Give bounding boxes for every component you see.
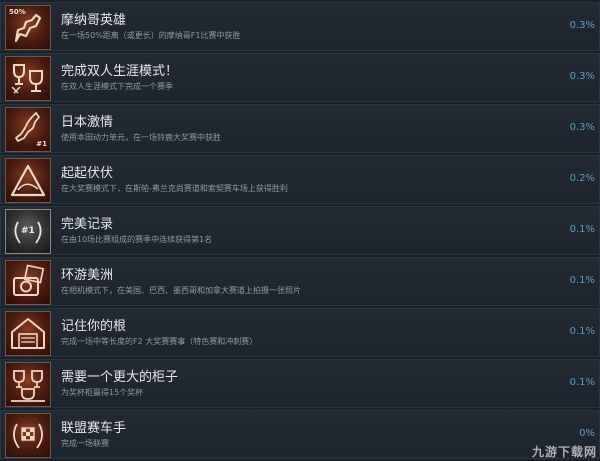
unlock-percentage: 0% — [579, 428, 595, 439]
achievement-description: 在一场50%距离（或更长）的摩纳哥F1比赛中获胜 — [61, 31, 241, 40]
achievement-row[interactable]: 起起伏伏 在大奖赛模式下，在斯帕-弗兰克尚赛道和索契赛车场上获得胜利 0.2% — [0, 155, 600, 204]
achievement-title: 需要一个更大的柜子 — [61, 370, 179, 385]
unlock-percentage: 0.1% — [569, 326, 595, 337]
achievement-title: 记住你的根 — [61, 319, 127, 334]
trophies-icon — [5, 56, 51, 101]
achievement-description: 使用本田动力单元，在一场铃鹿大奖赛中获胜 — [61, 133, 221, 142]
achievement-title: 日本激情 — [61, 115, 114, 130]
achievement-row[interactable]: 完成双人生涯模式！ 在双人生涯模式下完成一个赛季 0.3% — [0, 53, 600, 102]
achievement-row[interactable]: 记住你的根 完成一场中等长度的F2 大奖赛赛事（特色赛和冲刺赛） 0.1% — [0, 308, 600, 357]
achievement-row[interactable]: #1 完美记录 在由10场比赛组成的赛季中连续获得第1名 0.1% — [0, 206, 600, 255]
japan-map-icon: #1 — [5, 107, 51, 152]
unlock-percentage: 0.1% — [569, 377, 595, 388]
achievement-description: 完成一场联赛 — [61, 439, 109, 448]
achievement-title: 联盟赛车手 — [61, 421, 127, 436]
achievement-description: 完成一场中等长度的F2 大奖赛赛事（特色赛和冲刺赛） — [61, 337, 258, 346]
unlock-percentage: 0.3% — [569, 71, 595, 82]
unlock-percentage: 0.3% — [569, 20, 595, 31]
achievement-list: 50% 摩纳哥英雄 在一场50%距离（或更长）的摩纳哥F1比赛中获胜 0.3% … — [0, 0, 600, 461]
achievement-title: 环游美洲 — [61, 268, 114, 283]
icon-badge: 50% — [9, 8, 26, 16]
hill-warning-icon — [5, 158, 51, 203]
achievement-title: 完成双人生涯模式！ — [61, 64, 179, 79]
achievement-title: 起起伏伏 — [61, 166, 114, 181]
icon-badge: #1 — [21, 226, 35, 236]
camera-photos-icon — [5, 260, 51, 305]
unlock-percentage: 0.3% — [569, 122, 595, 133]
laurel-first-icon: #1 — [5, 209, 51, 254]
achievement-description: 为奖杯柜赢得15个奖杯 — [61, 388, 144, 397]
trophy-cabinet-icon — [5, 362, 51, 407]
achievement-description: 在相机模式下，在美国、巴西、墨西哥和加拿大赛道上拍摄一张照片 — [61, 286, 301, 295]
monaco-track-icon: 50% — [5, 5, 51, 50]
unlock-percentage: 0.1% — [569, 275, 595, 286]
checkered-laurel-icon — [5, 413, 51, 458]
icon-badge: #1 — [36, 140, 47, 148]
achievement-row[interactable]: 环游美洲 在相机模式下，在美国、巴西、墨西哥和加拿大赛道上拍摄一张照片 0.1% — [0, 257, 600, 306]
achievement-row[interactable]: 需要一个更大的柜子 为奖杯柜赢得15个奖杯 0.1% — [0, 359, 600, 408]
achievement-description: 在大奖赛模式下，在斯帕-弗兰克尚赛道和索契赛车场上获得胜利 — [61, 184, 288, 193]
achievement-title: 完美记录 — [61, 217, 114, 232]
site-watermark: 九游下载网 — [531, 445, 597, 459]
achievement-row[interactable]: 50% 摩纳哥英雄 在一场50%距离（或更长）的摩纳哥F1比赛中获胜 0.3% — [0, 2, 600, 51]
achievement-title: 摩纳哥英雄 — [61, 13, 127, 28]
unlock-percentage: 0.1% — [569, 224, 595, 235]
achievement-row[interactable]: 联盟赛车手 完成一场联赛 0% — [0, 410, 600, 459]
garage-f2-icon — [5, 311, 51, 356]
achievement-description: 在由10场比赛组成的赛季中连续获得第1名 — [61, 235, 213, 244]
unlock-percentage: 0.2% — [569, 173, 595, 184]
achievement-row[interactable]: #1 日本激情 使用本田动力单元，在一场铃鹿大奖赛中获胜 0.3% — [0, 104, 600, 153]
achievement-description: 在双人生涯模式下完成一个赛季 — [61, 82, 173, 91]
